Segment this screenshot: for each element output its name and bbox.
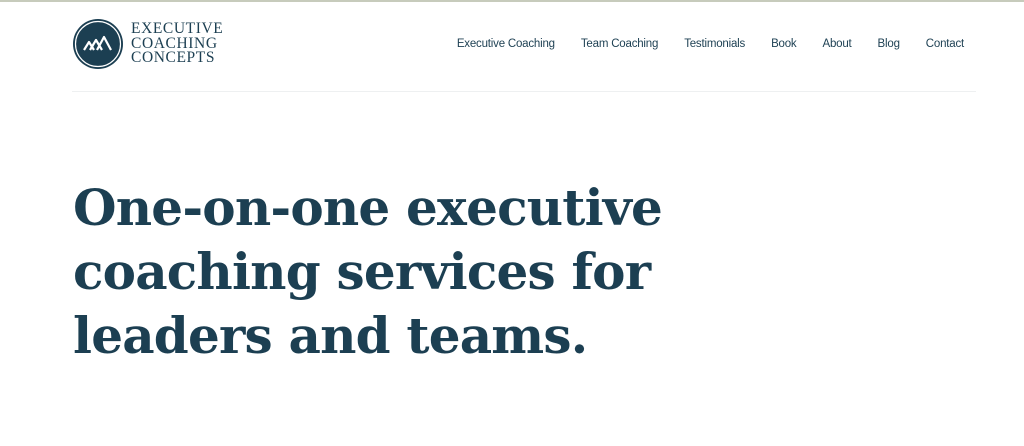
top-rule: [0, 0, 1024, 2]
brand-line-3: CONCEPTS: [131, 49, 216, 67]
mountain-peaks-logo-icon: [73, 19, 123, 69]
hero-headline: One-on-one executive coaching services f…: [73, 176, 833, 368]
nav-item-about[interactable]: About: [822, 38, 851, 50]
nav-item-contact[interactable]: Contact: [926, 38, 964, 50]
hero-line-2: coaching services for: [73, 242, 651, 301]
nav-item-testimonials[interactable]: Testimonials: [684, 38, 745, 50]
logo-link[interactable]: EXECUTIVE COACHING CONCEPTS: [72, 18, 223, 70]
brand-wordmark: EXECUTIVE COACHING CONCEPTS: [131, 21, 223, 67]
nav-item-blog[interactable]: Blog: [878, 38, 900, 50]
main-nav: Executive Coaching Team Coaching Testimo…: [457, 38, 964, 50]
header-divider: [72, 91, 976, 92]
nav-item-executive-coaching[interactable]: Executive Coaching: [457, 38, 555, 50]
nav-item-book[interactable]: Book: [771, 38, 797, 50]
site-header: EXECUTIVE COACHING CONCEPTS Executive Co…: [72, 18, 976, 74]
hero-line-3: leaders and teams.: [73, 306, 588, 365]
hero-line-1: One-on-one executive: [73, 178, 663, 237]
nav-item-team-coaching[interactable]: Team Coaching: [581, 38, 659, 50]
